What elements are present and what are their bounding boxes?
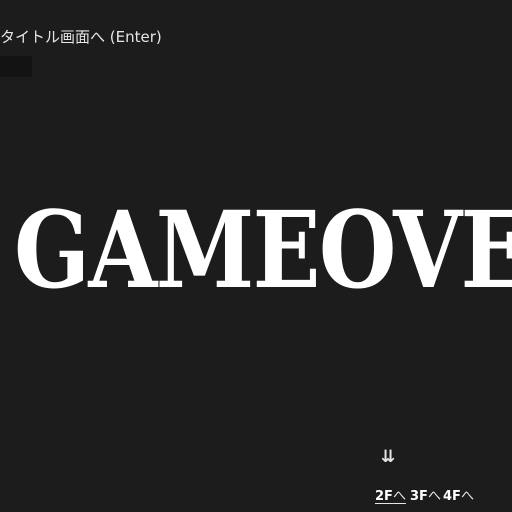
floor-3f-suffix: へ bbox=[427, 489, 441, 504]
empty-status-bar bbox=[0, 56, 32, 77]
floor-3f-link[interactable]: 3Fへ bbox=[410, 488, 441, 506]
floor-2f-number: 2F bbox=[375, 489, 393, 504]
floor-3f-number: 3F bbox=[410, 489, 428, 504]
floor-4f-number: 4F bbox=[443, 489, 461, 504]
down-arrows-icon: ⇊ bbox=[381, 447, 396, 467]
game-screen: タイトル画面へ (Enter) GAMEOVEA ⇊ 2Fへ 3Fへ 4Fへ bbox=[0, 0, 512, 512]
return-to-title-link[interactable]: タイトル画面へ (Enter) bbox=[0, 27, 162, 47]
floor-4f-link[interactable]: 4Fへ bbox=[443, 488, 474, 506]
gameover-banner: GAMEOVEA bbox=[14, 187, 512, 312]
floor-4f-suffix: へ bbox=[460, 489, 474, 504]
floor-2f-suffix: へ bbox=[392, 489, 406, 504]
floor-2f-link[interactable]: 2Fへ bbox=[375, 488, 406, 506]
